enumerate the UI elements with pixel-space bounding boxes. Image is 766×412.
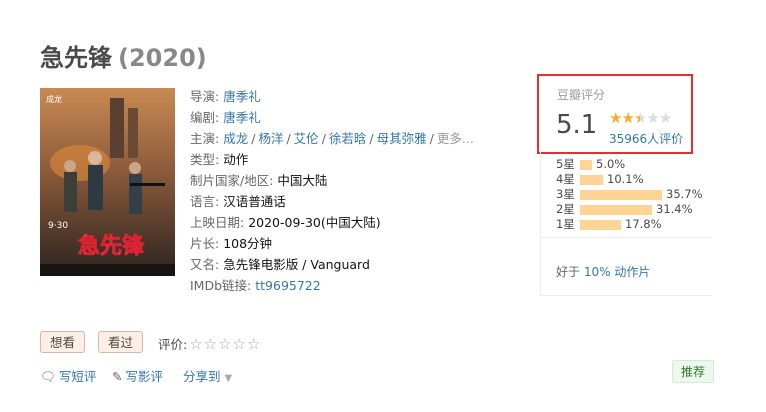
distribution-percent: 10.1% bbox=[607, 172, 644, 186]
rating-distribution-row: 5星 5.0% bbox=[556, 157, 703, 172]
star-icon: ★ bbox=[621, 109, 634, 127]
distribution-star-label: 1星 bbox=[556, 217, 575, 231]
rating-score: 5.1 bbox=[556, 110, 598, 140]
imdb-label: IMDb链接: bbox=[190, 278, 252, 293]
star-empty-icon: ★ bbox=[658, 109, 672, 127]
distribution-percent: 5.0% bbox=[596, 157, 626, 171]
cast-link-4[interactable]: 徐若晗 bbox=[329, 131, 367, 146]
cast-more-link[interactable]: 更多... bbox=[437, 131, 474, 146]
cast-row: 主演: 成龙 / 杨洋 / 艾伦 / 徐若晗 / 母其弥雅 / 更多... bbox=[190, 131, 474, 146]
distribution-bar bbox=[580, 204, 652, 215]
want-to-watch-button[interactable]: 想看 bbox=[40, 331, 86, 353]
runtime-label: 片长: bbox=[190, 236, 220, 251]
divider bbox=[540, 237, 712, 238]
recommend-button[interactable]: 推荐 bbox=[672, 360, 715, 383]
distribution-percent: 31.4% bbox=[656, 202, 693, 216]
chevron-down-icon: ▼ bbox=[224, 373, 233, 384]
release-value: 2020-09-30(中国大陆) bbox=[248, 215, 381, 230]
movie-poster[interactable]: 9·30 急先锋 成龙 bbox=[40, 88, 175, 276]
cast-link-5[interactable]: 母其弥雅 bbox=[377, 131, 427, 146]
movie-title: 急先锋 bbox=[40, 44, 112, 72]
page-title: 急先锋 (2020) bbox=[40, 38, 207, 73]
genre-label: 类型: bbox=[190, 152, 220, 167]
rating-distribution: 5星 5.0% 4星 10.1% 3星 35.7% 2星 31.4% 1星 17.8% bbox=[556, 157, 703, 232]
director-link[interactable]: 唐季礼 bbox=[223, 89, 261, 104]
aka-row: 又名: 急先锋电影版 / Vanguard bbox=[190, 254, 474, 275]
rating-distribution-row: 2星 31.4% bbox=[556, 202, 703, 217]
write-review-link[interactable]: ✎ 写影评 bbox=[112, 366, 163, 385]
writer-link[interactable]: 唐季礼 bbox=[223, 110, 261, 125]
director-row: 导演: 唐季礼 bbox=[190, 86, 474, 107]
release-row: 上映日期: 2020-09-30(中国大陆) bbox=[190, 212, 474, 233]
rating-label: 豆瓣评分 bbox=[557, 88, 606, 102]
director-label: 导演: bbox=[190, 89, 220, 104]
movie-info: 导演: 唐季礼 编剧: 唐季礼 主演: 成龙 / 杨洋 / 艾伦 / 徐若晗 / 母其弥雅 / 更多… bbox=[190, 86, 474, 296]
genre-row: 类型: 动作 bbox=[190, 149, 474, 170]
share-dropdown[interactable]: 分享到 ▼ bbox=[183, 366, 232, 385]
rating-distribution-row: 1星 17.8% bbox=[556, 217, 703, 232]
rate-stars-input[interactable]: ☆☆☆☆☆ bbox=[189, 335, 261, 353]
star-half-icon: ★ bbox=[633, 109, 647, 127]
better-genre-link[interactable]: 动作片 bbox=[614, 265, 650, 279]
distribution-percent: 17.8% bbox=[625, 217, 662, 231]
cast-label: 主演: bbox=[190, 131, 220, 146]
rate-section: 评价: ☆☆☆☆☆ bbox=[158, 334, 261, 353]
rating-count-link[interactable]: 35966人评价 bbox=[609, 130, 683, 147]
country-value: 中国大陆 bbox=[277, 173, 328, 188]
rate-label: 评价: bbox=[158, 337, 188, 352]
write-review-label: 写影评 bbox=[125, 369, 163, 384]
country-label: 制片国家/地区: bbox=[190, 173, 274, 188]
poster-title: 急先锋 bbox=[78, 233, 145, 259]
language-label: 语言: bbox=[190, 194, 220, 209]
release-label: 上映日期: bbox=[190, 215, 245, 230]
comment-icon: 🗨 bbox=[40, 369, 56, 384]
aka-label: 又名: bbox=[190, 257, 220, 272]
better-prefix: 好于 bbox=[556, 265, 581, 279]
distribution-percent: 35.7% bbox=[666, 187, 703, 201]
write-short-review-link[interactable]: 🗨 写短评 bbox=[40, 366, 96, 385]
divider bbox=[540, 295, 712, 296]
aka-value: 急先锋电影版 / Vanguard bbox=[223, 257, 370, 272]
distribution-star-label: 3星 bbox=[556, 187, 575, 201]
star-empty-icon: ★ bbox=[646, 109, 659, 127]
distribution-bar bbox=[580, 159, 592, 170]
language-row: 语言: 汉语普通话 bbox=[190, 191, 474, 212]
runtime-row: 片长: 108分钟 bbox=[190, 233, 474, 254]
distribution-star-label: 5星 bbox=[556, 157, 575, 171]
country-row: 制片国家/地区: 中国大陆 bbox=[190, 170, 474, 191]
imdb-row: IMDb链接: tt9695722 bbox=[190, 275, 474, 296]
watched-button[interactable]: 看过 bbox=[98, 331, 144, 353]
rating-distribution-row: 4星 10.1% bbox=[556, 172, 703, 187]
better-percent-link[interactable]: 10% bbox=[584, 265, 611, 279]
distribution-bar bbox=[580, 219, 621, 230]
distribution-star-label: 2星 bbox=[556, 202, 575, 216]
better-than: 好于 10% 动作片 bbox=[556, 263, 650, 280]
language-value: 汉语普通话 bbox=[223, 194, 286, 209]
writer-label: 编剧: bbox=[190, 110, 220, 125]
share-label: 分享到 bbox=[183, 369, 221, 384]
imdb-link[interactable]: tt9695722 bbox=[255, 278, 320, 293]
distribution-bar bbox=[580, 174, 603, 185]
cast-link-3[interactable]: 艾伦 bbox=[294, 131, 319, 146]
genre-value: 动作 bbox=[223, 152, 249, 167]
writer-row: 编剧: 唐季礼 bbox=[190, 107, 474, 128]
runtime-value: 108分钟 bbox=[223, 236, 273, 251]
pencil-icon: ✎ bbox=[112, 369, 123, 384]
cast-link-2[interactable]: 杨洋 bbox=[258, 131, 283, 146]
divider bbox=[540, 150, 541, 296]
distribution-bar bbox=[580, 189, 662, 200]
star-icon: ★ bbox=[609, 109, 622, 127]
poster-top-name: 成龙 bbox=[46, 94, 62, 104]
cast-link-1[interactable]: 成龙 bbox=[223, 131, 248, 146]
write-short-review-label: 写短评 bbox=[58, 369, 97, 384]
poster-date: 9·30 bbox=[48, 221, 68, 231]
distribution-star-label: 4星 bbox=[556, 172, 575, 186]
rating-distribution-row: 3星 35.7% bbox=[556, 187, 703, 202]
movie-year: (2020) bbox=[118, 44, 207, 72]
rating-box: 豆瓣评分 5.1 ★★★★★ 35966人评价 bbox=[537, 74, 693, 154]
rating-stars: ★★★★★ bbox=[609, 109, 672, 127]
